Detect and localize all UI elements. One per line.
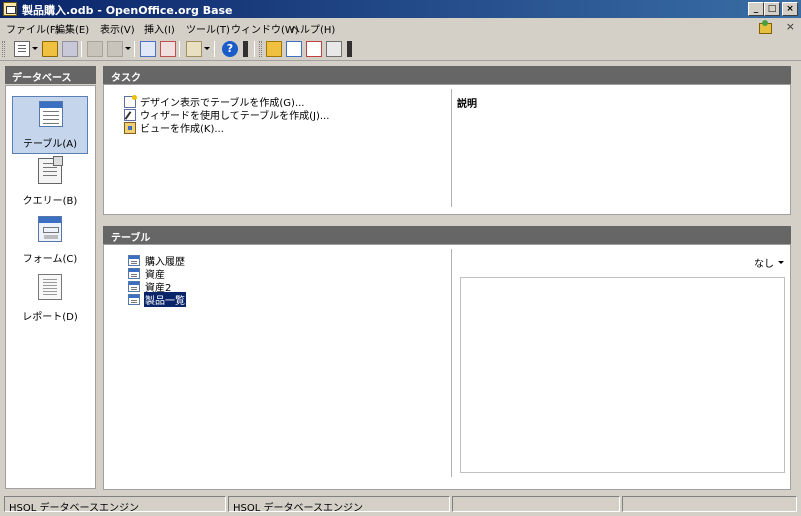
preview-mode-value: なし: [754, 259, 774, 270]
form-dropdown-arrow[interactable]: [204, 47, 210, 50]
table-item-product-list[interactable]: 製品一覧: [128, 291, 186, 307]
task-create-view[interactable]: ビューを作成(K)...: [124, 121, 224, 135]
view-icon: [124, 121, 136, 134]
tables-header: テーブル: [103, 226, 791, 244]
document-window-icon[interactable]: [758, 20, 772, 34]
sidebar-item-reports[interactable]: レポート(D): [12, 270, 88, 328]
toolbar-separator: [134, 41, 135, 57]
database-header: データベース: [5, 66, 96, 84]
table-icon: [128, 293, 140, 305]
paste-dropdown-arrow[interactable]: [125, 47, 131, 50]
form-icon[interactable]: [186, 41, 202, 57]
paste-icon[interactable]: [107, 41, 123, 57]
sidebar-item-label: レポート(D): [22, 312, 78, 323]
save-icon[interactable]: [62, 41, 78, 57]
menu-edit[interactable]: 編集(E): [55, 21, 89, 36]
task-label: ビューを作成(K)...: [140, 124, 224, 135]
window-title: 製品購入.odb - OpenOffice.org Base: [22, 4, 233, 17]
toolbar-options-icon[interactable]: [243, 41, 248, 57]
menu-help[interactable]: ヘルプ(H): [290, 21, 335, 36]
query-icon: [38, 156, 63, 184]
toolbar-grip[interactable]: [2, 41, 5, 57]
maximize-button[interactable]: □: [764, 2, 780, 16]
new-dropdown-arrow[interactable]: [32, 47, 38, 50]
chevron-down-icon: [778, 261, 784, 264]
sidebar-item-tables[interactable]: テーブル(A): [12, 96, 88, 154]
close-button[interactable]: ×: [782, 2, 798, 16]
open-database-object-icon[interactable]: [266, 41, 282, 57]
menu-insert[interactable]: 挿入(I): [144, 21, 175, 36]
tasks-divider: [451, 89, 452, 207]
sidebar-item-label: テーブル(A): [22, 139, 78, 150]
tables-pane: 購入履歴 資産 資産2 製品一覧 なし: [103, 244, 791, 490]
table-icon: [39, 101, 63, 127]
database-sidebar: テーブル(A) クエリー(B) フォーム(C) レポート(D): [5, 85, 96, 489]
sidebar-item-label: フォーム(C): [22, 254, 78, 265]
edit-icon[interactable]: [286, 41, 302, 57]
sort-descending-icon[interactable]: [160, 41, 176, 57]
tasks-header: タスク: [103, 66, 791, 84]
menu-bar: ファイル(F) 編集(E) 表示(V) 挿入(I) ツール(T) ウィンドウ(W…: [0, 18, 801, 37]
menu-tools[interactable]: ツール(T): [186, 21, 230, 36]
menu-view[interactable]: 表示(V): [100, 21, 135, 36]
sidebar-item-queries[interactable]: クエリー(B): [12, 154, 88, 212]
sidebar-item-forms[interactable]: フォーム(C): [12, 212, 88, 270]
open-icon[interactable]: [42, 41, 58, 57]
menu-window[interactable]: ウィンドウ(W): [231, 21, 299, 36]
toolbar-separator: [214, 41, 215, 57]
title-bar: 製品購入.odb - OpenOffice.org Base _ □ ×: [0, 0, 801, 18]
description-label: 説明: [457, 99, 477, 110]
help-icon[interactable]: ?: [222, 41, 238, 57]
table-item-purchase-history[interactable]: 購入履歴: [128, 254, 186, 268]
standard-toolbar: ?: [0, 37, 801, 61]
status-cell-3: [452, 496, 620, 512]
wizard-icon: [124, 108, 136, 121]
delete-icon[interactable]: [306, 41, 322, 57]
design-icon: [124, 94, 137, 108]
table-icon: [128, 280, 140, 292]
toolbar-options-icon[interactable]: [347, 41, 352, 57]
app-icon: [3, 2, 17, 16]
status-cell-engine: HSQL データベースエンジン: [4, 496, 226, 512]
copy-icon[interactable]: [87, 41, 103, 57]
sort-ascending-icon[interactable]: [140, 41, 156, 57]
sidebar-item-label: クエリー(B): [22, 196, 78, 207]
status-cell-engine-2: HSQL データベースエンジン: [228, 496, 450, 512]
status-cell-4: [622, 496, 797, 512]
table-item-label: 製品一覧: [144, 291, 186, 307]
rename-icon[interactable]: [326, 41, 342, 57]
tasks-pane: デザイン表示でテーブルを作成(G)... ウィザードを使用してテーブルを作成(J…: [103, 84, 791, 215]
form-icon: [38, 216, 62, 242]
toolbar-separator: [254, 41, 255, 57]
minimize-button[interactable]: _: [748, 2, 764, 16]
toolbar-grip[interactable]: [259, 41, 262, 57]
toolbar-separator: [179, 41, 180, 57]
toolbar-separator: [81, 41, 82, 57]
preview-area: [460, 277, 785, 473]
menu-file[interactable]: ファイル(F): [6, 21, 60, 36]
table-icon: [128, 254, 140, 266]
preview-mode-dropdown[interactable]: なし: [754, 255, 784, 270]
close-document-button[interactable]: ×: [786, 20, 795, 33]
tables-divider: [451, 249, 452, 477]
table-item-assets[interactable]: 資産: [128, 267, 166, 281]
table-icon: [128, 267, 140, 279]
status-bar: HSQL データベースエンジン HSQL データベースエンジン: [0, 494, 801, 516]
table-item-assets2[interactable]: 資産2: [128, 280, 172, 294]
new-document-icon[interactable]: [14, 41, 30, 57]
report-icon: [38, 274, 62, 300]
window-controls: _ □ ×: [748, 2, 798, 16]
